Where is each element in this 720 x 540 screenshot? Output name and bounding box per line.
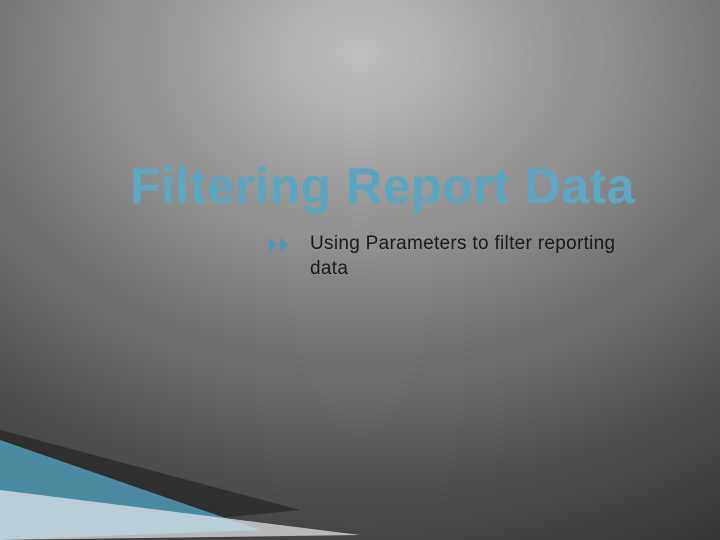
double-chevron-right-icon — [268, 236, 296, 254]
subtitle-block: Using Parameters to filter reporting dat… — [268, 232, 620, 281]
slide: Filtering Report Data Using Parameters t… — [0, 0, 720, 540]
slide-title: Filtering Report Data — [130, 160, 700, 213]
decorative-wedge — [0, 340, 380, 540]
slide-subtitle: Using Parameters to filter reporting dat… — [310, 232, 620, 281]
